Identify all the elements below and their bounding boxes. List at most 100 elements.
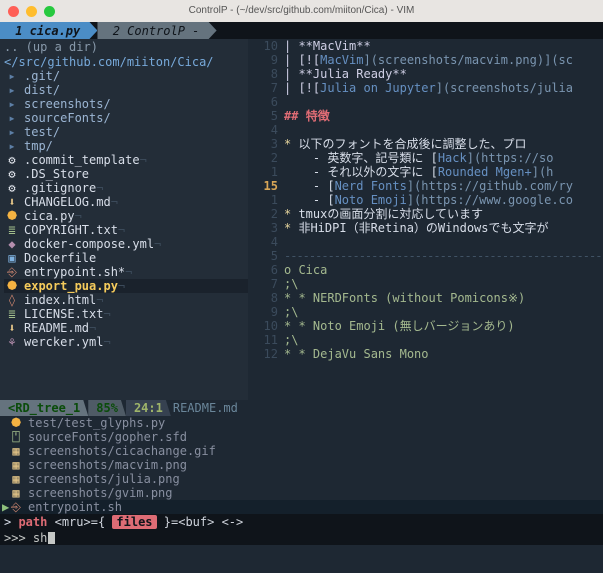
tree-row[interactable]: ▸ .git/ xyxy=(4,69,248,83)
file-icon: ⎆ xyxy=(8,500,24,514)
status-tree-label: <RD_tree_1 xyxy=(0,400,88,416)
file-icon: ⯄ xyxy=(4,279,20,293)
editor-line: 3* 以下のフォントを合成後に調整した、プロ xyxy=(250,137,603,151)
editor-line: 8* * NERDFonts (without Pomicons※) xyxy=(250,291,603,305)
tree-row[interactable]: ⯄cica.py¬ xyxy=(4,209,248,223)
editor-line: 7;\ xyxy=(250,277,603,291)
tree-row[interactable]: ⯄export_pua.py¬ xyxy=(4,279,248,293)
editor-line: 9;\ xyxy=(250,305,603,319)
file-icon: ▦ xyxy=(8,472,24,486)
editor-line: 12* * DejaVu Sans Mono xyxy=(250,347,603,361)
tree-row[interactable]: ⚙.gitignore¬ xyxy=(4,181,248,195)
tab-controlp[interactable]: 2 ControlP - xyxy=(97,22,216,39)
editor-line: 6o Cica xyxy=(250,263,603,277)
window-title: ControlP - (~/dev/src/github.com/miiton/… xyxy=(0,4,603,18)
file-name: .commit_template xyxy=(24,153,140,167)
ctrlp-path: screenshots/macvim.png xyxy=(28,458,187,472)
tab-cica[interactable]: 1 cica.py xyxy=(0,22,97,39)
editor-line: 4 xyxy=(250,123,603,137)
file-icon: ⬇ xyxy=(4,195,20,209)
file-name: docker-compose.yml xyxy=(24,237,154,251)
tree-row[interactable]: ⎆entrypoint.sh*¬ xyxy=(4,265,248,279)
file-icon: ▦ xyxy=(8,444,24,458)
file-name: README.md xyxy=(24,321,89,335)
nerdtree-path: </src/github.com/miiton/Cica/ xyxy=(0,55,248,69)
status-filename: README.md xyxy=(171,400,603,416)
ctrlp-mode-path: path xyxy=(18,515,47,529)
ctrlp-result[interactable]: ▦ screenshots/cicachange.gif xyxy=(0,444,603,458)
nerdtree-list: ▸.git/▸dist/▸screenshots/▸sourceFonts/▸t… xyxy=(0,69,248,349)
workspace: .. (up a dir) </src/github.com/miiton/Ci… xyxy=(0,39,603,400)
tree-row[interactable]: ⚘wercker.yml¬ xyxy=(4,335,248,349)
file-icon: ⚘ xyxy=(4,335,20,349)
ctrlp-result[interactable]: ⯄test/test_glyphs.py xyxy=(0,416,603,430)
ctrlp-path: sourceFonts/gopher.sfd xyxy=(28,430,187,444)
file-icon: ≣ xyxy=(4,307,20,321)
file-icon: ▸ xyxy=(4,139,20,153)
file-icon: ⚙ xyxy=(4,167,20,181)
file-icon: ▸ xyxy=(4,125,20,139)
editor-line: 10* * Noto Emoji (無しバージョンあり) xyxy=(250,319,603,333)
tree-row[interactable]: ≣LICENSE.txt¬ xyxy=(4,307,248,321)
editor-line: 8| **Julia Ready** xyxy=(250,67,603,81)
file-icon: ◆ xyxy=(4,237,20,251)
file-icon: ▸ xyxy=(4,69,20,83)
file-name: LICENSE.txt xyxy=(24,307,103,321)
file-icon: ⚙ xyxy=(4,153,20,167)
tree-row[interactable]: ▸ test/ xyxy=(4,125,248,139)
file-name: .git/ xyxy=(24,69,60,83)
tree-row[interactable]: ▸screenshots/ xyxy=(4,97,248,111)
ctrlp-result[interactable]: ▦screenshots/julia.png xyxy=(0,472,603,486)
editor-line: 1 - [Noto Emoji](https://www.google.co xyxy=(250,193,603,207)
ctrlp-mode-files[interactable]: files xyxy=(112,515,156,529)
file-name: .DS_Store xyxy=(24,167,89,181)
nerdtree-pane[interactable]: .. (up a dir) </src/github.com/miiton/Ci… xyxy=(0,39,248,400)
file-icon: ▸ xyxy=(4,83,20,97)
file-icon: ⯄ xyxy=(8,416,24,430)
editor-line: 3* 非HiDPI（非Retina）のWindowsでも文字が xyxy=(250,221,603,235)
file-icon: ⎆ xyxy=(4,265,20,279)
file-icon: ⬇ xyxy=(4,321,20,335)
editor-line: 9| [![MacVim](screenshots/macvim.png)](s… xyxy=(250,53,603,67)
tree-row[interactable]: ⬇CHANGELOG.md¬ xyxy=(4,195,248,209)
ctrlp-path: screenshots/cicachange.gif xyxy=(28,444,216,458)
file-name: export_pua.py xyxy=(24,279,118,293)
file-name: screenshots/ xyxy=(24,97,111,111)
file-name: dist/ xyxy=(24,83,60,97)
ctrlp-mode-mid: <mru>={ xyxy=(55,515,106,529)
tree-row[interactable]: ⬇README.md¬ xyxy=(4,321,248,335)
tree-row[interactable]: ▸sourceFonts/ xyxy=(4,111,248,125)
editor-pane[interactable]: 10| **MacVim**9| [![MacVim](screenshots/… xyxy=(248,39,603,400)
cursor-icon xyxy=(48,532,55,544)
file-icon: ⚙ xyxy=(4,181,20,195)
ctrlp-result[interactable]: ▦ screenshots/gvim.png xyxy=(0,486,603,500)
statusline: <RD_tree_1 85% 24:1 README.md xyxy=(0,400,603,416)
ctrlp-prompt[interactable]: >>> sh xyxy=(0,530,603,545)
file-icon: ▦ xyxy=(8,486,24,500)
file-name: CHANGELOG.md xyxy=(24,195,111,209)
status-position: 24:1 xyxy=(126,400,171,416)
editor-line: 2 - 英数字、記号類に [Hack](https://so xyxy=(250,151,603,165)
file-name: index.html xyxy=(24,293,96,307)
vim-tabline: 1 cica.py 2 ControlP - xyxy=(0,22,603,39)
ctrlp-path: screenshots/gvim.png xyxy=(28,486,173,500)
tree-row[interactable]: ◆docker-compose.yml¬ xyxy=(4,237,248,251)
macos-titlebar: ControlP - (~/dev/src/github.com/miiton/… xyxy=(0,0,603,22)
file-name: test/ xyxy=(24,125,60,139)
editor-line: 15 - [Nerd Fonts](https://github.com/ry xyxy=(250,179,603,193)
tree-row[interactable]: ⚙.commit_template¬ xyxy=(4,153,248,167)
nerdtree-up[interactable]: .. (up a dir) xyxy=(0,39,248,55)
ctrlp-result[interactable]: ▶⎆entrypoint.sh xyxy=(0,500,603,514)
tree-row[interactable]: ▸ dist/ xyxy=(4,83,248,97)
editor-line: 10| **MacVim** xyxy=(250,39,603,53)
tree-row[interactable]: ▸tmp/ xyxy=(4,139,248,153)
file-icon: ▸ xyxy=(4,111,20,125)
tree-row[interactable]: ▣Dockerfile xyxy=(4,251,248,265)
tree-row[interactable]: ⚙ .DS_Store xyxy=(4,167,248,181)
tree-row[interactable]: ◊index.html¬ xyxy=(4,293,248,307)
ctrlp-result[interactable]: ▦screenshots/macvim.png xyxy=(0,458,603,472)
editor-line: 4 xyxy=(250,235,603,249)
ctrlp-result[interactable]: ⍞sourceFonts/gopher.sfd xyxy=(0,430,603,444)
tree-row[interactable]: ≣COPYRIGHT.txt¬ xyxy=(4,223,248,237)
file-name: cica.py xyxy=(24,209,75,223)
